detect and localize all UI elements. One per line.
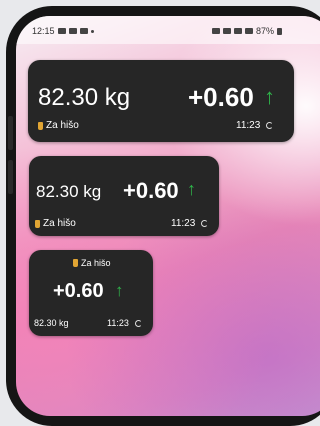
notification-icon [68, 28, 77, 34]
battery-icon [277, 27, 283, 35]
category-label: Za hišo [81, 258, 111, 268]
weight-value: 82.30 kg [34, 318, 69, 328]
clock: 12:15 [32, 26, 55, 36]
last-updated-time: 11:23 [236, 120, 261, 131]
notification-icon [57, 28, 66, 34]
weight-change: +0.60 [123, 178, 179, 203]
alarm-icon [212, 28, 220, 34]
weight-widget-medium[interactable]: 82.30 kg +0.60 ↑ Za hišo 11:23 [29, 156, 219, 236]
volume-button [8, 160, 13, 194]
category-label: Za hišo [43, 218, 76, 229]
weight-value: 82.30 kg [38, 84, 131, 111]
last-updated-time: 11:23 [107, 318, 129, 328]
weight-value: 82.30 kg [36, 182, 102, 201]
weight-change: +0.60 [53, 280, 104, 302]
refresh-icon[interactable] [134, 319, 142, 327]
network-icon [223, 28, 231, 34]
last-updated-time: 11:23 [171, 218, 196, 229]
up-arrow-icon: ↑ [115, 281, 124, 300]
status-bar: 12:15 87% [16, 16, 320, 44]
shopping-bag-icon [73, 259, 78, 267]
weight-widget-large[interactable]: 82.30 kg +0.60 ↑ Za hišo 11:23 [28, 60, 294, 142]
notification-icon [79, 28, 88, 34]
shopping-bag-icon [35, 219, 40, 228]
shopping-bag-icon [38, 121, 43, 130]
weight-change: +0.60 [188, 82, 254, 112]
refresh-icon[interactable] [201, 220, 209, 227]
volume-button [8, 116, 13, 150]
category-label: Za hišo [46, 120, 79, 131]
signal-icon [245, 28, 253, 34]
weight-widget-small[interactable]: Za hišo +0.60 ↑ 82.30 kg 11:23 [29, 250, 153, 336]
up-arrow-icon: ↑ [264, 84, 275, 109]
notification-dot-icon [90, 29, 94, 33]
wifi-icon [234, 28, 242, 34]
battery-percent: 87% [256, 26, 275, 36]
refresh-icon[interactable] [266, 122, 274, 129]
home-screen: 12:15 87% 82.30 kg +0.60 ↑ Za hišo 11:23 [16, 16, 320, 416]
up-arrow-icon: ↑ [187, 179, 196, 199]
